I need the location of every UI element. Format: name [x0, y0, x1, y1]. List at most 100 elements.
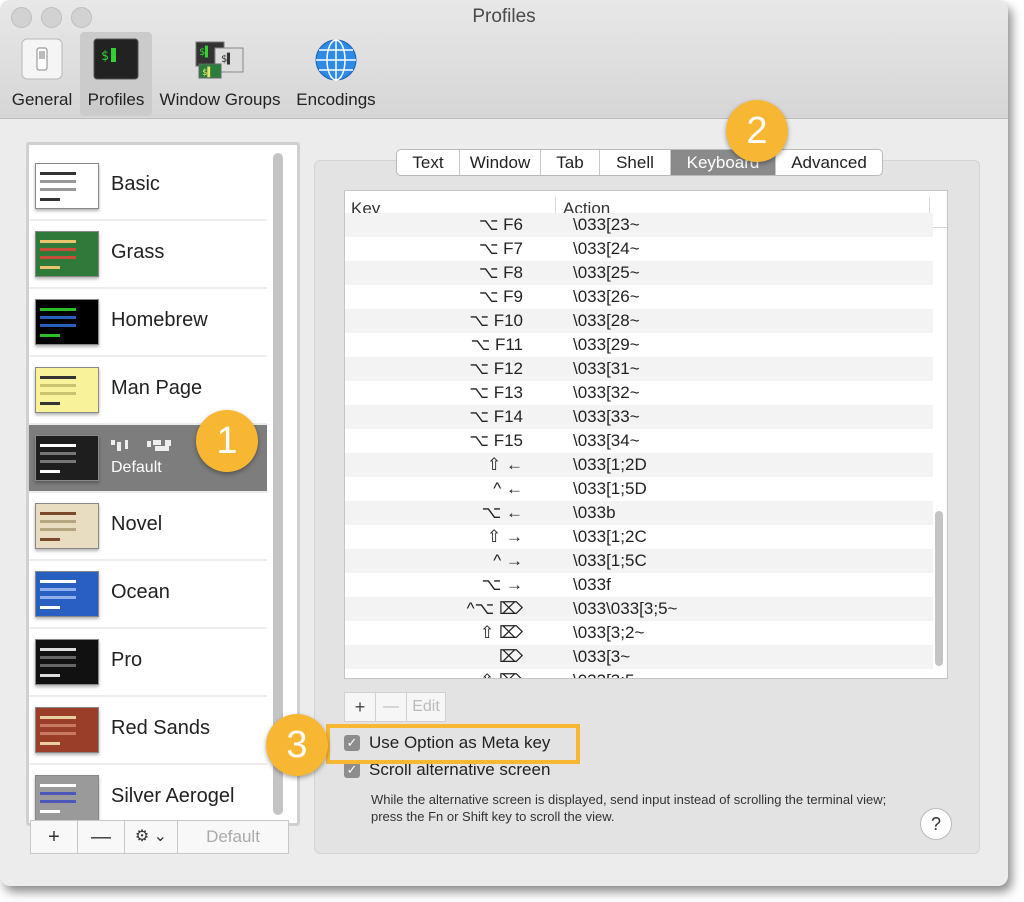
action-cell: \033[1;5D	[573, 479, 647, 498]
title-bar: Profiles General $ Profiles $▌ $▌ $▌ Windo…	[0, 0, 1008, 119]
toolbar-window-groups[interactable]: $▌ $▌ $▌ Window Groups	[156, 32, 284, 116]
callout-badge-1: 1	[196, 410, 258, 472]
preferences-window: Profiles General $ Profiles $▌ $▌ $▌ Windo…	[0, 0, 1008, 886]
toolbar-general-label: General	[11, 90, 73, 109]
tab-advanced[interactable]: Advanced	[776, 150, 882, 175]
action-cell: \033[3;5~	[573, 671, 644, 678]
action-cell: \033[28~	[573, 311, 640, 330]
tab-window[interactable]: Window	[460, 150, 541, 175]
settings-tabs: Text Window Tab Shell Keyboard Advanced	[396, 149, 883, 176]
tab-text[interactable]: Text	[397, 150, 460, 175]
profile-item-pro[interactable]: Pro	[29, 629, 267, 697]
help-button[interactable]: ?	[920, 808, 952, 840]
profile-item-ocean[interactable]: Ocean	[29, 561, 267, 629]
table-row[interactable]: ⌥ F11 \033[29~	[345, 333, 933, 357]
table-row[interactable]: ⌥ → \033f	[345, 573, 933, 597]
table-row[interactable]: ⌥ F6 \033[23~	[345, 213, 933, 237]
profile-item-silver-aerogel[interactable]: Silver Aerogel	[29, 765, 267, 823]
table-row[interactable]: ^ → \033[1;5C	[345, 549, 933, 573]
tab-shell[interactable]: Shell	[600, 150, 671, 175]
table-row[interactable]: ⌥ F7 \033[24~	[345, 237, 933, 261]
scroll-alt-description: While the alternative screen is displaye…	[371, 792, 887, 824]
toolbar-profiles[interactable]: $ Profiles	[80, 32, 152, 116]
window-groups-icon: $▌ $▌ $▌	[195, 38, 245, 85]
table-row[interactable]: ⇧ ⌦ \033[3;5~	[345, 669, 933, 678]
key-cell: ^⌥ ⌦	[466, 599, 523, 618]
toolbar-general[interactable]: General	[6, 32, 78, 116]
table-row[interactable]: ^ ← \033[1;5D	[345, 477, 933, 501]
profile-item-basic[interactable]: Basic	[29, 153, 267, 221]
action-cell: \033[3;2~	[573, 623, 645, 642]
profile-item-red-sands[interactable]: Red Sands	[29, 697, 267, 765]
profile-item-novel[interactable]: Novel	[29, 493, 267, 561]
profile-thumbnail	[35, 163, 99, 209]
table-row[interactable]: ⌥ F14 \033[33~	[345, 405, 933, 429]
profile-name: Basic	[111, 173, 160, 195]
key-cell: ⌥ F14	[469, 407, 523, 426]
profile-name: Silver Aerogel	[111, 785, 235, 807]
add-mapping-button[interactable]: +	[344, 692, 376, 722]
svg-text:$: $	[101, 49, 109, 64]
switch-icon	[21, 38, 63, 85]
table-row[interactable]: ⇧ → \033[1;2C	[345, 525, 933, 549]
table-row[interactable]: ⌥ F13 \033[32~	[345, 381, 933, 405]
table-row[interactable]: ⌥ F8 \033[25~	[345, 261, 933, 285]
window-title: Profiles	[472, 6, 536, 27]
profile-thumbnail	[35, 367, 99, 413]
table-row[interactable]: ⌥ F9 \033[26~	[345, 285, 933, 309]
profile-name: Pro	[111, 649, 143, 671]
key-cell: ⇧ →	[487, 527, 523, 546]
key-cell: ⌥ ←	[481, 503, 523, 522]
table-row[interactable]: ⌥ F12 \033[31~	[345, 357, 933, 381]
edit-mapping-button[interactable]: Edit	[406, 692, 446, 722]
action-cell: \033[34~	[573, 431, 640, 450]
toolbar-encodings[interactable]: Encodings	[290, 32, 382, 116]
action-cell: \033[1;2D	[573, 455, 647, 474]
table-row[interactable]: ⌥ F15 \033[34~	[345, 429, 933, 453]
profile-item-homebrew[interactable]: Homebrew	[29, 289, 267, 357]
add-profile-button[interactable]: +	[30, 820, 78, 854]
remove-profile-button[interactable]: —	[77, 820, 125, 854]
set-default-button[interactable]: Default	[177, 820, 289, 854]
profile-name: Red Sands	[111, 717, 210, 739]
action-cell: \033[29~	[573, 335, 640, 354]
action-cell: \033[3~	[573, 647, 631, 666]
action-cell: \033[26~	[573, 287, 640, 306]
key-cell: ⇧ ←	[487, 455, 523, 474]
redacted-label	[111, 439, 175, 451]
profile-thumbnail	[35, 435, 99, 481]
table-row[interactable]: ^⌥ ⌦ \033\033[3;5~	[345, 597, 933, 621]
tab-tab[interactable]: Tab	[541, 150, 600, 175]
key-cell: ⌥ F13	[469, 383, 523, 402]
profile-thumbnail	[35, 639, 99, 685]
profiles-list[interactable]: Basic Grass Homebrew Man Page Default No…	[26, 142, 300, 826]
profile-name: Homebrew	[111, 309, 208, 331]
key-cell: ⌦	[498, 647, 523, 666]
callout-badge-2: 2	[726, 100, 788, 162]
table-row[interactable]: ⌦ \033[3~	[345, 645, 933, 669]
table-scrollbar[interactable]	[935, 511, 943, 666]
remove-mapping-button[interactable]: —	[375, 692, 407, 722]
profile-name: Ocean	[111, 581, 170, 603]
profile-item-grass[interactable]: Grass	[29, 221, 267, 289]
key-cell: ⌥ F11	[470, 335, 523, 354]
gear-menu-button[interactable]: ⚙ ⌄	[124, 820, 178, 854]
toolbar-profiles-label: Profiles	[87, 90, 145, 109]
terminal-icon: $	[93, 38, 139, 85]
scroll-alt-checkbox[interactable]: ✓	[344, 762, 360, 778]
key-mappings-table[interactable]: Key Action ⌥ F6 \033[23~ ⌥ F7 \033[24~ ⌥ F8 \…	[344, 190, 948, 679]
profiles-scrollbar[interactable]	[273, 153, 283, 815]
table-row[interactable]: ⇧ ← \033[1;2D	[345, 453, 933, 477]
key-cell: ^ ←	[493, 479, 523, 498]
action-cell: \033[1;5C	[573, 551, 647, 570]
svg-text:$▌: $▌	[202, 66, 213, 78]
key-cell: ⌥ F15	[469, 431, 523, 450]
profile-name: Novel	[111, 513, 163, 535]
key-cell: ⌥ F8	[478, 263, 523, 282]
toolbar-encodings-label: Encodings	[296, 90, 376, 109]
table-row[interactable]: ⌥ ← \033b	[345, 501, 933, 525]
svg-text:$▌: $▌	[221, 52, 233, 65]
table-row[interactable]: ⇧ ⌦ \033[3;2~	[345, 621, 933, 645]
action-cell: \033[31~	[573, 359, 640, 378]
table-row[interactable]: ⌥ F10 \033[28~	[345, 309, 933, 333]
